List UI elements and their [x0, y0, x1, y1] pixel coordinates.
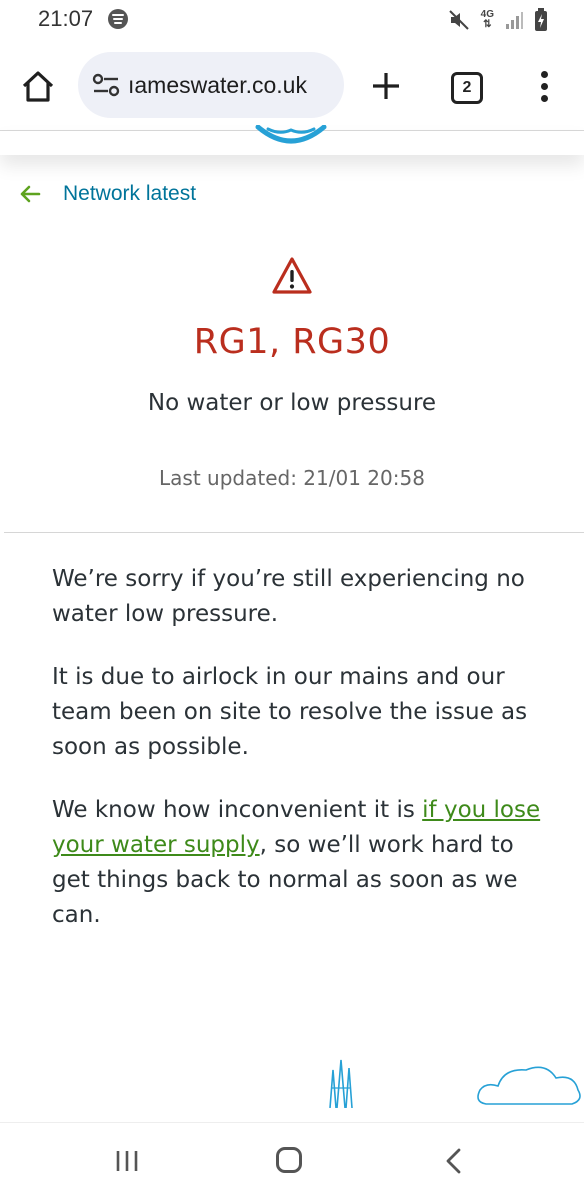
last-updated: Last updated: 21/01 20:58	[159, 466, 425, 490]
back-link-network-latest[interactable]: Network latest	[18, 182, 196, 206]
data-arrows-icon: ⇅	[483, 19, 492, 30]
incident-type: No water or low pressure	[147, 390, 437, 416]
browser-toolbar: ıameswater.co.uk 2	[0, 46, 584, 126]
tab-switcher-icon[interactable]: 2	[451, 72, 483, 104]
status-time: 21:07	[38, 6, 94, 31]
incident-description: We’re sorry if you’re still experiencing…	[52, 562, 542, 961]
address-bar[interactable]: ıameswater.co.uk	[78, 52, 344, 118]
incident-postcodes: RG1, RG30	[193, 322, 391, 362]
back-link-label[interactable]: Network latest	[63, 182, 196, 206]
battery-charging-icon	[535, 8, 547, 31]
paragraph-text-start: We know how inconvenient it is	[52, 797, 423, 823]
site-settings-icon[interactable]	[92, 73, 120, 97]
home-button-icon[interactable]	[276, 1147, 302, 1173]
arrow-left-icon	[20, 185, 41, 203]
paragraph-cause: It is due to airlock in our mains and ou…	[52, 664, 528, 760]
mute-icon	[448, 10, 469, 30]
section-divider	[4, 532, 584, 533]
signal-icon	[506, 12, 523, 29]
more-menu-icon[interactable]	[534, 68, 554, 108]
paragraph-reassurance: We know how inconvenient it is if you lo…	[52, 793, 542, 933]
spotify-icon	[108, 9, 128, 29]
status-bar: 21:07 4G ⇅	[0, 0, 584, 42]
system-nav-bar	[0, 1122, 584, 1201]
back-icon[interactable]	[444, 1147, 464, 1175]
network-indicator: 4G ⇅	[481, 10, 494, 30]
warning-icon	[272, 257, 312, 294]
url-text[interactable]: ıameswater.co.uk	[128, 72, 307, 99]
new-tab-icon[interactable]	[366, 66, 406, 106]
recent-apps-icon[interactable]	[114, 1149, 140, 1173]
paragraph-apology: We’re sorry if you’re still experiencing…	[52, 566, 525, 627]
logo-icon[interactable]	[252, 125, 330, 147]
site-header	[0, 125, 584, 155]
skyline-illustration	[329, 1059, 581, 1108]
home-icon[interactable]	[18, 66, 58, 106]
